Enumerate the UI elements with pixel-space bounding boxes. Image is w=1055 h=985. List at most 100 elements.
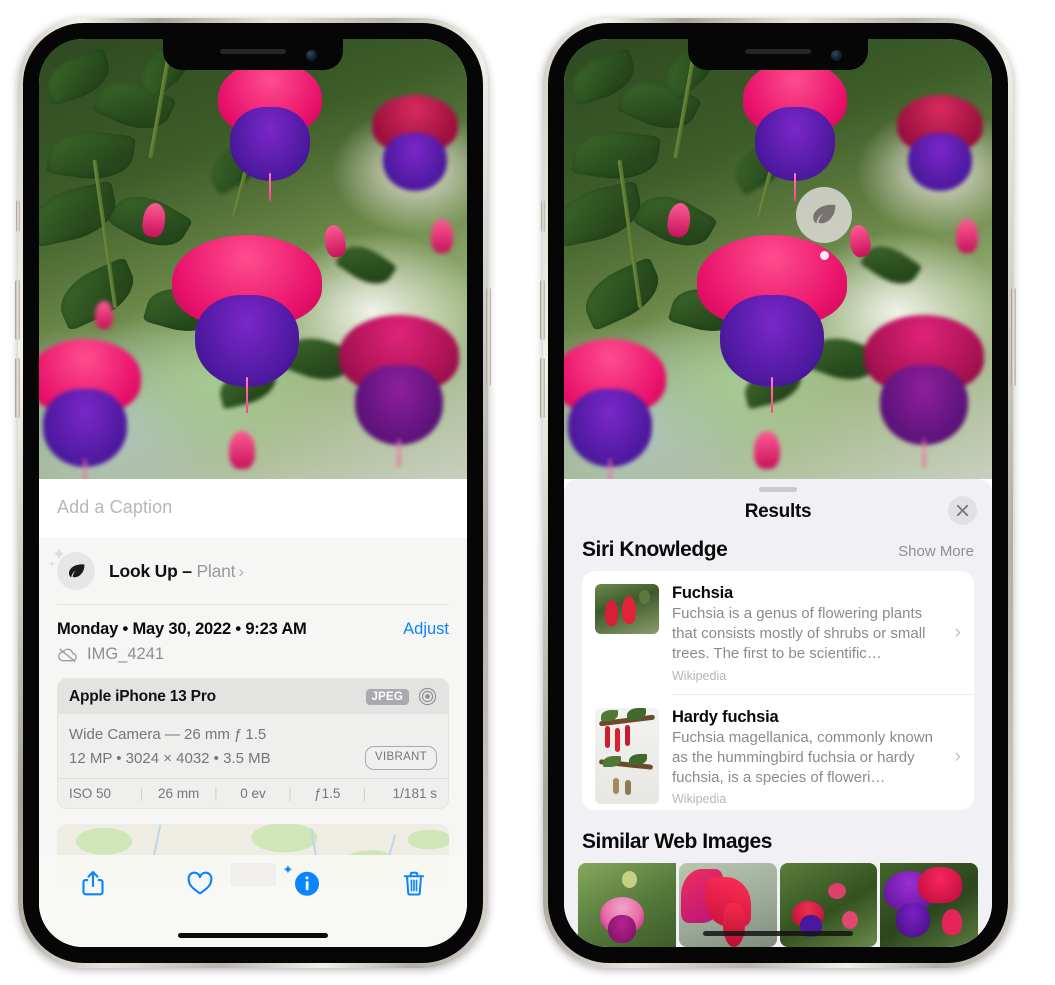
- knowledge-thumbnail: [595, 707, 659, 804]
- screenshot-stage: Add a Caption ✦ ✦ Look Up – Plant › Mond…: [0, 0, 1055, 985]
- chevron-right-icon: ›: [238, 561, 244, 581]
- delete-button[interactable]: [399, 868, 429, 898]
- look-up-subject: Plant: [196, 560, 236, 581]
- knowledge-item-title: Fuchsia: [672, 583, 733, 602]
- format-badge: JPEG: [365, 688, 409, 705]
- fuchsia-blossom: [860, 315, 988, 467]
- fuchsia-blossom: [335, 315, 463, 467]
- front-camera-icon: [831, 50, 842, 61]
- show-more-button[interactable]: Show More: [898, 543, 974, 560]
- fuchsia-blossom: [39, 339, 145, 479]
- share-button[interactable]: [78, 868, 108, 898]
- screen-left: Add a Caption ✦ ✦ Look Up – Plant › Mond…: [39, 39, 467, 947]
- sparkle-icon-small: ✦: [48, 559, 56, 569]
- close-button[interactable]: [948, 495, 977, 525]
- fuchsia-blossom: [167, 235, 327, 415]
- camera-header-right: JPEG: [365, 687, 437, 706]
- leaf-icon: ✦ ✦: [48, 546, 95, 590]
- sparkle-icon: ✦: [282, 862, 294, 877]
- volume-up-button-left[interactable]: [15, 280, 20, 340]
- specs-text: 12 MP • 3024 × 4032 • 3.5 MB: [69, 749, 271, 767]
- visual-look-up-circle[interactable]: [796, 187, 852, 243]
- favorite-button[interactable]: [185, 868, 215, 898]
- fuchsia-blossom: [692, 235, 852, 415]
- front-camera-icon: [306, 50, 317, 61]
- similar-web-images-header: Similar Web Images: [564, 810, 992, 863]
- iphone-left: Add a Caption ✦ ✦ Look Up – Plant › Mond…: [15, 18, 491, 968]
- knowledge-item-body: Hardy fuchsia Fuchsia magellanica, commo…: [672, 708, 938, 807]
- volume-down-button-left[interactable]: [15, 358, 20, 418]
- cloud-slash-icon: [58, 648, 77, 662]
- web-image-1[interactable]: [578, 863, 676, 947]
- photo-viewer-right[interactable]: [564, 39, 992, 479]
- look-up-label: Look Up – Plant ›: [109, 561, 244, 582]
- look-up-row[interactable]: ✦ ✦ Look Up – Plant ›: [39, 538, 467, 604]
- look-up-dash: –: [177, 560, 197, 581]
- camera-model: Apple iPhone 13 Pro: [69, 687, 216, 705]
- lens-text: Wide Camera — 26 mm ƒ 1.5: [69, 726, 267, 743]
- knowledge-item-description: Fuchsia magellanica, commonly known as t…: [672, 728, 933, 786]
- fuchsia-blossom: [215, 61, 325, 201]
- earpiece-speaker: [745, 49, 811, 54]
- knowledge-thumbnail: [595, 583, 659, 634]
- visual-look-up-badge[interactable]: [796, 187, 852, 260]
- info-button[interactable]: ✦: [283, 862, 322, 898]
- close-icon: [956, 504, 969, 516]
- camera-card-body: Wide Camera — 26 mm ƒ 1.5 12 MP • 3024 ×…: [58, 714, 448, 778]
- knowledge-item-source: Wikipedia: [672, 792, 727, 807]
- visual-look-up-anchor-dot: [819, 251, 829, 260]
- exif-row: ISO 50 | 26 mm | 0 ev | ƒ1.5 | 1/181 s: [58, 778, 448, 808]
- results-sheet: Results Siri Knowledge Show More Fuchsia…: [564, 479, 992, 947]
- camera-specs-line: 12 MP • 3024 × 4032 • 3.5 MB VIBRANT: [69, 746, 437, 771]
- results-header: Results: [564, 492, 992, 536]
- aperture-icon: [418, 687, 437, 706]
- screen-right: Results Siri Knowledge Show More Fuchsia…: [564, 39, 992, 947]
- notch-right: [688, 39, 868, 70]
- knowledge-item-title: Hardy fuchsia: [672, 707, 779, 726]
- web-image-4[interactable]: [880, 863, 978, 947]
- exif-shutter: 1/181 s: [392, 786, 437, 802]
- datetime-row: Monday • May 30, 2022 • 9:23 AM Adjust: [39, 605, 467, 639]
- exif-exposure: 0 ev: [240, 786, 266, 802]
- caption-input[interactable]: Add a Caption: [39, 479, 467, 538]
- photo-datetime: Monday • May 30, 2022 • 9:23 AM: [57, 620, 307, 638]
- home-indicator-right[interactable]: [703, 931, 853, 936]
- photo-info-sheet: Add a Caption ✦ ✦ Look Up – Plant › Mond…: [39, 479, 467, 947]
- silent-switch-right[interactable]: [541, 200, 545, 232]
- trash-icon: [403, 871, 424, 896]
- flower-bud: [95, 301, 113, 329]
- filename-row: IMG_4241: [39, 639, 467, 678]
- adjust-button[interactable]: Adjust: [403, 620, 449, 639]
- volume-up-button-right[interactable]: [540, 280, 545, 340]
- share-icon: [81, 870, 104, 896]
- chevron-right-icon: ›: [954, 746, 961, 768]
- photo-viewer-left[interactable]: [39, 39, 467, 479]
- leaf-icon: [813, 204, 836, 224]
- fuchsia-blossom: [740, 61, 850, 201]
- flower-bud: [956, 219, 978, 253]
- heart-icon: [187, 871, 212, 895]
- camera-info-card[interactable]: Apple iPhone 13 Pro JPEG Wide Camera — 2…: [57, 678, 449, 810]
- knowledge-item-description: Fuchsia is a genus of flowering plants t…: [672, 604, 926, 662]
- volume-down-button-right[interactable]: [540, 358, 545, 418]
- fuchsia-blossom: [369, 95, 461, 207]
- fuchsia-blossom: [564, 339, 670, 479]
- earpiece-speaker: [220, 49, 286, 54]
- sparkle-icon: ✦: [52, 545, 67, 564]
- silent-switch-left[interactable]: [16, 200, 20, 232]
- similar-web-images-title: Similar Web Images: [582, 830, 772, 853]
- power-button-right[interactable]: [1011, 288, 1016, 386]
- camera-lens-line: Wide Camera — 26 mm ƒ 1.5: [69, 723, 437, 746]
- home-indicator-left[interactable]: [178, 933, 328, 938]
- knowledge-item-fuchsia[interactable]: Fuchsia Fuchsia is a genus of flowering …: [582, 571, 974, 694]
- knowledge-item-body: Fuchsia Fuchsia is a genus of flowering …: [672, 584, 938, 683]
- power-button-left[interactable]: [486, 288, 491, 386]
- siri-knowledge-title: Siri Knowledge: [582, 537, 728, 561]
- iphone-right: Results Siri Knowledge Show More Fuchsia…: [540, 18, 1016, 968]
- chevron-right-icon: ›: [954, 622, 961, 644]
- knowledge-item-hardy-fuchsia[interactable]: Hardy fuchsia Fuchsia magellanica, commo…: [582, 695, 974, 810]
- flower-bud: [431, 219, 453, 253]
- exif-aperture: ƒ1.5: [314, 786, 341, 802]
- siri-knowledge-header: Siri Knowledge Show More: [564, 536, 992, 571]
- siri-knowledge-card: Fuchsia Fuchsia is a genus of flowering …: [582, 570, 974, 810]
